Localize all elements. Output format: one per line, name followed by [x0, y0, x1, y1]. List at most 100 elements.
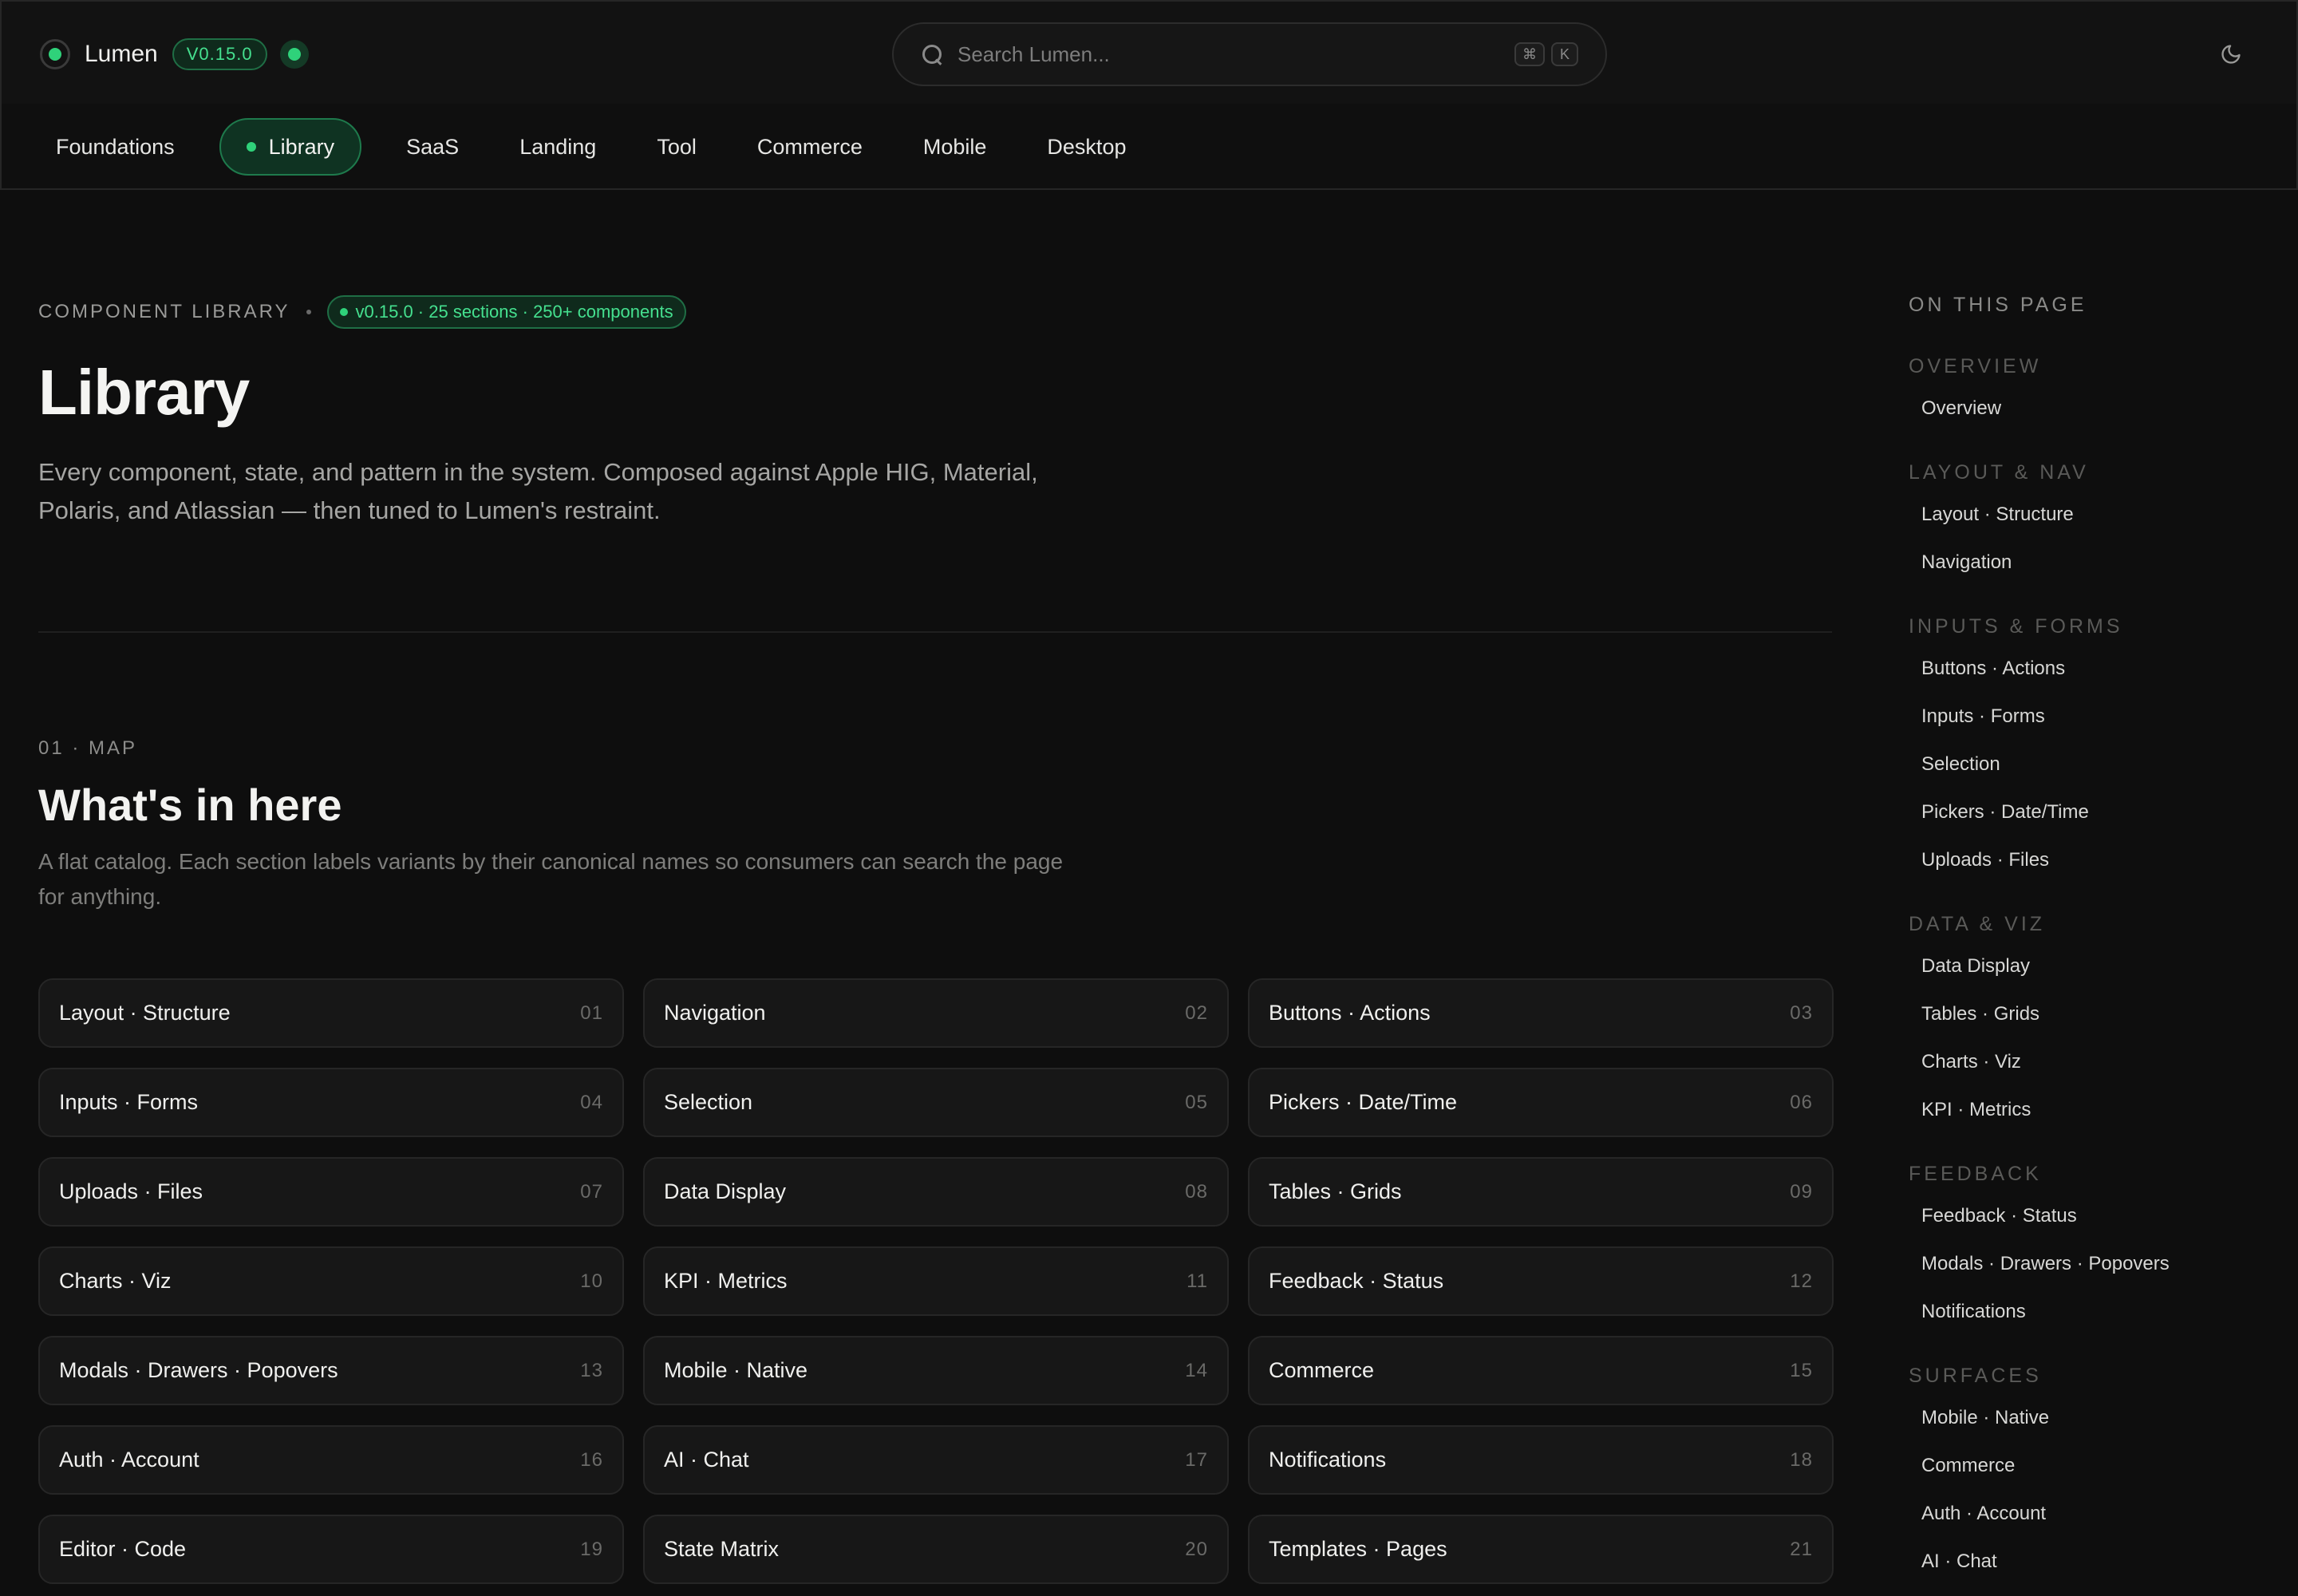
section-eyebrow: 01 · MAP — [38, 737, 138, 759]
toc-link[interactable]: Modals · Drawers · Popovers — [1909, 1248, 2244, 1296]
section-card-title: Notifications — [1269, 1448, 1387, 1472]
section-card[interactable]: Navigation 02 — [643, 978, 1229, 1048]
section-card[interactable]: Layout · Structure 01 — [38, 978, 624, 1048]
section-card-title: Navigation — [664, 1001, 766, 1025]
page-title: Library — [38, 357, 250, 428]
section-title: What's in here — [38, 780, 342, 830]
tab-mobile[interactable]: Mobile — [907, 118, 1003, 176]
hero-eyebrow: COMPONENT LIBRARY v0.15.0 · 25 sections … — [38, 295, 686, 329]
toc-group: SURFACES Mobile · Native Commerce Auth · Ac… — [1909, 1365, 2244, 1594]
tab-commerce[interactable]: Commerce — [741, 118, 879, 176]
section-card-number: 11 — [1187, 1270, 1208, 1292]
page: Lumen V0.15.0 ⌘ K Foundations Library Sa… — [0, 0, 2298, 1596]
toc-link[interactable]: Mobile · Native — [1909, 1402, 2244, 1450]
primary-nav: Foundations Library SaaS Landing Tool Co… — [0, 104, 2298, 190]
version-badge: V0.15.0 — [172, 38, 267, 70]
section-card[interactable]: Data Display 08 — [643, 1157, 1229, 1227]
section-card[interactable]: AI · Chat 17 — [643, 1425, 1229, 1495]
toc-link[interactable]: AI · Chat — [1909, 1546, 2244, 1594]
tab-library[interactable]: Library — [219, 118, 362, 176]
search-input[interactable] — [958, 41, 1508, 67]
tab-saas[interactable]: SaaS — [390, 118, 475, 176]
tab-landing[interactable]: Landing — [503, 118, 612, 176]
section-card-title: Mobile · Native — [664, 1358, 808, 1382]
section-card-title: Templates · Pages — [1269, 1537, 1447, 1561]
section-card[interactable]: KPI · Metrics 11 — [643, 1246, 1229, 1316]
section-card-title: Selection — [664, 1090, 753, 1114]
section-card[interactable]: Notifications 18 — [1248, 1425, 1834, 1495]
toc-link[interactable]: Buttons · Actions — [1909, 653, 2244, 701]
section-card[interactable]: Modals · Drawers · Popovers 13 — [38, 1336, 624, 1405]
section-card-title: Buttons · Actions — [1269, 1001, 1431, 1025]
nav-tabs: Foundations Library SaaS Landing Tool Co… — [40, 118, 1171, 176]
section-card[interactable]: Mobile · Native 14 — [643, 1336, 1229, 1405]
section-card-number: 18 — [1790, 1448, 1813, 1471]
toc-link[interactable]: Auth · Account — [1909, 1498, 2244, 1546]
section-card-title: Feedback · Status — [1269, 1269, 1444, 1293]
toc-link[interactable]: Navigation — [1909, 547, 2244, 595]
section-card[interactable]: Templates · Pages 21 — [1248, 1515, 1834, 1584]
toc-group: FEEDBACK Feedback · Status Modals · Drawer… — [1909, 1163, 2244, 1344]
toc-group-label: FEEDBACK — [1909, 1163, 2042, 1185]
section-card[interactable]: Pickers · Date/Time 06 — [1248, 1068, 1834, 1137]
theme-toggle-button[interactable] — [2215, 38, 2247, 70]
section-card-number: 01 — [580, 1001, 603, 1024]
active-dot-icon — [246, 142, 256, 152]
toc-group: OVERVIEW Overview — [1909, 355, 2244, 440]
toc-link[interactable]: Charts · Viz — [1909, 1046, 2244, 1094]
toc-group-label: OVERVIEW — [1909, 355, 2042, 377]
toc-link[interactable]: Notifications — [1909, 1296, 2244, 1344]
toc-link[interactable]: Overview — [1909, 393, 2244, 440]
tab-label: Foundations — [56, 134, 175, 159]
section-card[interactable]: Feedback · Status 12 — [1248, 1246, 1834, 1316]
tab-desktop[interactable]: Desktop — [1031, 118, 1142, 176]
toc-link[interactable]: Uploads · Files — [1909, 844, 2244, 892]
logo-icon — [40, 39, 70, 69]
search-bar[interactable]: ⌘ K — [892, 22, 1607, 86]
toc-link[interactable]: Data Display — [1909, 950, 2244, 998]
section-card[interactable]: Auth · Account 16 — [38, 1425, 624, 1495]
section-card[interactable]: Charts · Viz 10 — [38, 1246, 624, 1316]
brand[interactable]: Lumen V0.15.0 — [40, 37, 309, 72]
brand-name: Lumen — [85, 41, 158, 67]
toc-link[interactable]: Commerce — [1909, 1450, 2244, 1498]
section-card-number: 07 — [580, 1180, 603, 1203]
section-card-number: 06 — [1790, 1091, 1813, 1113]
toc-link[interactable]: Pickers · Date/Time — [1909, 796, 2244, 844]
toc-link[interactable]: Feedback · Status — [1909, 1200, 2244, 1248]
tab-tool[interactable]: Tool — [641, 118, 713, 176]
toc-group: INPUTS & FORMS Buttons · Actions Inputs · … — [1909, 615, 2244, 892]
section-card-title: State Matrix — [664, 1537, 780, 1561]
toc-link[interactable]: Inputs · Forms — [1909, 701, 2244, 749]
toc-link[interactable]: Tables · Grids — [1909, 998, 2244, 1046]
tab-label: Library — [268, 134, 335, 159]
section-card-number: 21 — [1790, 1538, 1813, 1560]
toc-link[interactable]: KPI · Metrics — [1909, 1094, 2244, 1142]
section-card[interactable]: Uploads · Files 07 — [38, 1157, 624, 1227]
status-dot-icon — [339, 308, 348, 316]
section-card-number: 12 — [1790, 1270, 1813, 1292]
section-card[interactable]: State Matrix 20 — [643, 1515, 1229, 1584]
section-card[interactable]: Commerce 15 — [1248, 1336, 1834, 1405]
section-card-grid: Layout · Structure 01 Navigation 02 Buttons … — [38, 978, 1834, 1584]
section-card-title: KPI · Metrics — [664, 1269, 788, 1293]
section-card[interactable]: Inputs · Forms 04 — [38, 1068, 624, 1137]
toc-link[interactable]: Selection — [1909, 749, 2244, 796]
section-card[interactable]: Selection 05 — [643, 1068, 1229, 1137]
page-description: Every component, state, and pattern in t… — [38, 458, 1038, 524]
section-card-title: Commerce — [1269, 1358, 1375, 1382]
tab-foundations[interactable]: Foundations — [40, 118, 191, 176]
toc-link[interactable]: Layout · Structure — [1909, 499, 2244, 547]
toc-group-label: SURFACES — [1909, 1365, 2042, 1387]
search-icon — [921, 43, 943, 65]
toc-group-label: LAYOUT & NAV — [1909, 461, 2089, 484]
section-card-number: 02 — [1185, 1001, 1208, 1024]
section-card[interactable]: Editor · Code 19 — [38, 1515, 624, 1584]
section-card[interactable]: Tables · Grids 09 — [1248, 1157, 1834, 1227]
section-card-title: Pickers · Date/Time — [1269, 1090, 1458, 1114]
divider — [38, 631, 1832, 633]
section-card-title: Uploads · Files — [59, 1179, 203, 1203]
top-bar: Lumen V0.15.0 ⌘ K — [0, 0, 2298, 105]
section-card[interactable]: Buttons · Actions 03 — [1248, 978, 1834, 1048]
section-card-title: Data Display — [664, 1179, 787, 1203]
